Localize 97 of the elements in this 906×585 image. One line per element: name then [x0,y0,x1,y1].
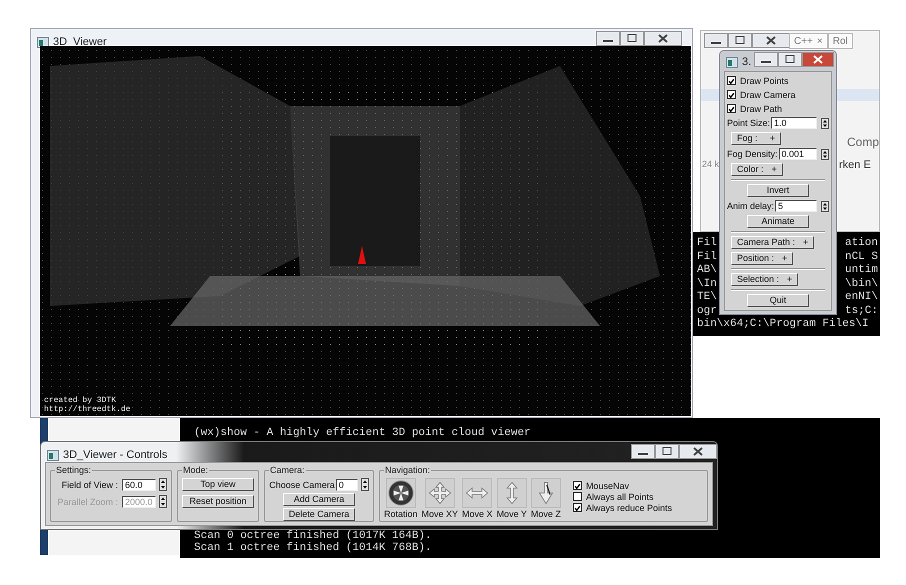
caption-text: http://threedtk.de [44,405,130,414]
minimize-button[interactable] [704,33,728,48]
field-label: Anim delay: [727,201,774,211]
field-label: Choose Camera [269,480,335,490]
field-label: Fog Density: [727,149,778,159]
console-text: \bin\ [844,278,878,291]
window-title: 3D_Viewer - Controls [63,448,168,463]
spinner-arrows[interactable] [360,478,369,491]
console-text: untim [844,264,878,278]
push-button[interactable]: Reset position [182,495,254,508]
input-field[interactable]: 0 [336,478,358,490]
console-text: TE\ [697,291,717,304]
checkbox[interactable] [727,104,736,113]
minimize-button[interactable] [596,31,620,46]
console-text: enNI\ [844,291,878,304]
checkbox[interactable] [727,90,736,99]
group-label: Mode: [182,465,210,475]
field-label: Parallel Zoom : [57,496,118,506]
tool-label: Move XY [422,509,458,519]
spinner-arrows[interactable] [821,118,829,128]
file-size: 24 k [702,158,720,171]
push-button[interactable]: Delete Camera [282,508,356,521]
tab-label[interactable]: Comp [847,133,880,151]
tool-label: Move X [462,509,493,519]
checkbox-label: Draw Path [740,104,782,114]
browser-tab[interactable]: C++ × [789,33,828,49]
group-label: Camera: [269,465,306,475]
input-field[interactable]: 5 [775,200,817,212]
caption-text: created by 3DTK [44,396,118,405]
checkbox-label: Draw Points [740,76,789,86]
input-field[interactable]: 60.0 [122,478,156,490]
maximize-button[interactable] [620,31,644,46]
checkbox[interactable] [572,503,582,512]
console-text: Fil [697,237,717,250]
four-way-arrow-icon [426,480,453,506]
console-text: Fil [697,250,717,264]
console-text: Scan 0 octree finished (1017K 164B). [194,530,432,542]
checkbox[interactable] [572,492,582,501]
close-button[interactable] [752,33,790,48]
console-text: nCL S [844,250,878,264]
maximize-button[interactable] [655,444,679,459]
group-label: Settings: [55,465,92,475]
spinner-arrows[interactable] [159,478,167,491]
fold-button[interactable]: Position : + [731,252,794,265]
app-icon [47,450,59,461]
window-title: 3D_Viewer [53,35,107,50]
close-button[interactable] [802,52,834,67]
close-button[interactable] [644,31,682,46]
spinner-arrows[interactable] [159,495,167,508]
spinner-arrows[interactable] [821,200,829,212]
console-text: Scan 1 octree finished (1014K 768B). [194,542,432,554]
tool-label: Rotation [384,509,418,519]
check-icon [574,482,581,491]
window-title: 3. [742,55,752,70]
minimize-button[interactable] [631,444,655,459]
input-field: 2000.0 [122,496,156,508]
input-field[interactable]: 1.0 [771,117,817,129]
tool-label: Move Z [530,509,561,519]
checkbox-label: Draw Camera [740,90,796,100]
fold-button[interactable]: Camera Path : + [731,236,814,249]
maximize-button[interactable] [728,33,752,48]
tool-label: Move Y [496,509,527,519]
minimize-button[interactable] [754,52,778,67]
console-text: bin\x64;C:\Program Files\I [697,318,870,332]
push-button[interactable]: Animate [747,215,809,228]
close-button[interactable] [679,444,717,459]
push-button[interactable]: Add Camera [283,493,355,506]
console-text: ogr [697,304,717,318]
fold-button[interactable]: Fog : + [731,132,781,145]
checkbox-label: MouseNav [586,480,629,490]
console-text: AB\ [697,264,717,278]
fold-button[interactable]: Color : + [731,163,783,176]
console-text: (wx)show - A highly efficient 3D point cloud viewer [194,427,531,439]
group-label: Navigation: [384,465,432,475]
checkbox-label: Always all Points [586,492,654,502]
rotation-icon [388,480,414,506]
console-text: ation [844,237,878,250]
checkbox-label: Always reduce Points [586,502,672,512]
tool-button[interactable] [386,478,416,508]
check-icon [574,504,581,513]
app-icon [726,56,738,68]
input-field[interactable]: 0.001 [778,148,817,160]
console-text: \In [697,278,717,291]
push-button[interactable]: Top view [182,478,254,491]
push-button[interactable]: Quit [747,294,809,307]
console-text: ts;C: [844,304,878,318]
maximize-button[interactable] [778,52,802,67]
menu-label: rken E [839,158,871,173]
field-label: Field of View : [62,480,118,490]
fold-button[interactable]: Selection : + [731,273,798,286]
checkbox[interactable] [727,76,736,85]
field-label: Point Size: [727,118,770,128]
checkbox[interactable] [572,481,582,490]
spinner-arrows[interactable] [821,148,829,160]
push-button[interactable]: Invert [747,184,809,197]
browser-tab[interactable]: Rol [828,33,853,49]
app-icon [37,36,49,48]
